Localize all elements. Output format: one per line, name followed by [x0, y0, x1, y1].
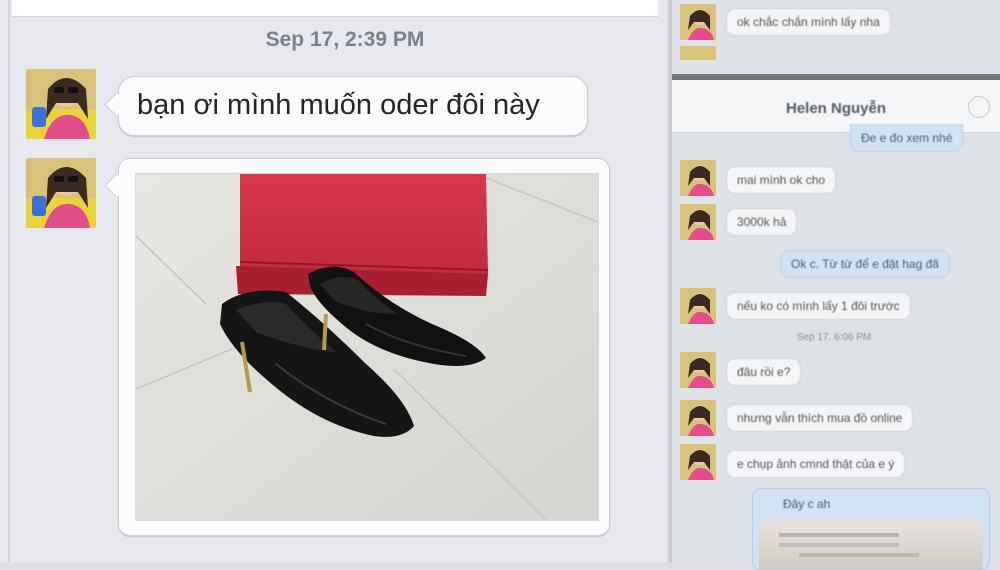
avatar[interactable] [680, 400, 716, 436]
info-icon[interactable] [968, 96, 990, 118]
main-conversation: Sep 17, 2:39 PM bạn ơi mình muốn oder đô… [0, 0, 668, 562]
bubble-tail [104, 92, 129, 117]
secondary-conversation: ok chắc chắn mình lấy nha Helen Nguyễn Đ… [668, 0, 1000, 562]
avatar[interactable] [680, 46, 716, 60]
message-bubble[interactable]: ok chắc chắn mình lấy nha [726, 8, 891, 36]
message-timestamp: Sep 17, 2:39 PM [265, 28, 425, 51]
avatar[interactable] [680, 352, 716, 388]
message-bubble[interactable]: bạn ơi mình muốn oder đôi này [104, 76, 588, 136]
left-edge [8, 0, 10, 562]
id-card-photo[interactable] [759, 519, 983, 569]
message-text: bạn ơi mình muốn oder đôi này [137, 89, 540, 121]
message-bubble[interactable]: nhưng vẫn thích mua đồ online [726, 404, 914, 432]
message-text: Đây c ah [783, 497, 831, 511]
message-bubble[interactable]: Đe e đo xem nhé [850, 124, 964, 152]
avatar[interactable] [680, 160, 716, 196]
avatar[interactable] [26, 69, 96, 139]
avatar[interactable] [680, 204, 716, 240]
bubble-tail [104, 173, 129, 198]
outgoing-photo-bubble[interactable]: Đây c ah [752, 488, 990, 570]
message-bubble[interactable]: nếu ko có mình lấy 1 đôi trước [726, 292, 911, 320]
avatar[interactable] [680, 4, 716, 40]
photo-message-bubble[interactable] [104, 158, 610, 536]
message-bubble[interactable]: Ok c. Từ từ để e đặt hag đã [780, 250, 950, 278]
message-timestamp: Sep 17, 6:06 PM [796, 332, 872, 343]
avatar[interactable] [680, 444, 716, 480]
avatar[interactable] [26, 158, 96, 228]
message-bubble[interactable]: 3000k hả [726, 208, 798, 236]
shoe-photo[interactable] [135, 173, 599, 521]
message-bubble[interactable]: đâu rồi e? [726, 358, 802, 386]
message-bubble[interactable]: mai mình ok cho [726, 166, 837, 194]
top-bar [12, 0, 658, 17]
contact-name: Helen Nguyễn [785, 100, 887, 117]
message-bubble[interactable]: e chụp ảnh cmnd thật của e ý [726, 450, 906, 478]
avatar[interactable] [680, 288, 716, 324]
